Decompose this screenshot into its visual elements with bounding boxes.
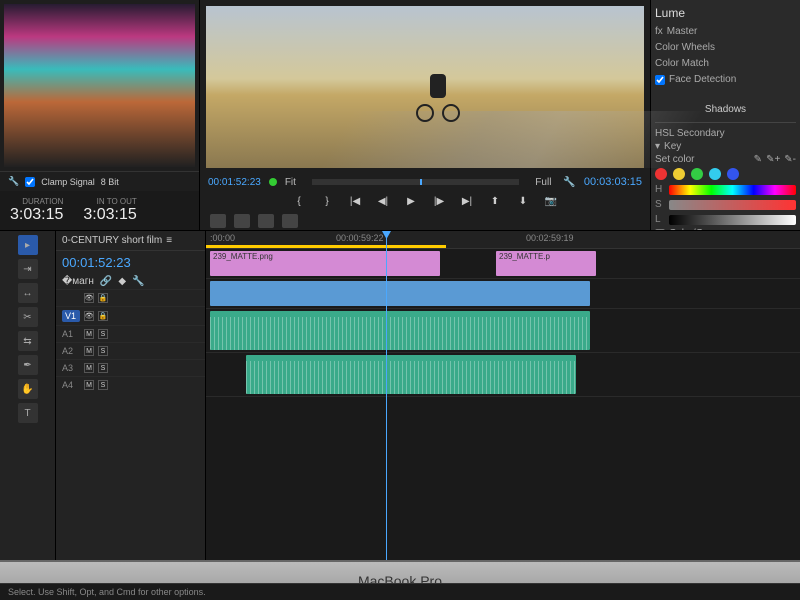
face-detection-label: Face Detection [669,74,736,85]
hint-bar: Select. Use Shift, Opt, and Cmd for othe… [0,583,800,600]
snap-icon[interactable]: �магн [62,276,94,287]
razor-tool[interactable]: ✂ [18,307,38,327]
settings-icon[interactable]: 🔧 [132,276,144,287]
playhead[interactable] [386,231,387,560]
step-forward-button[interactable]: |▶ [430,194,448,208]
duration-value: 3:03:15 [10,206,63,224]
clamp-signal-label: Clamp Signal [41,177,95,187]
export-frame-button[interactable]: 📷 [542,194,560,208]
type-tool[interactable]: T [18,403,38,423]
hsl-preset-red[interactable] [655,168,667,180]
clip-matte-2[interactable]: 239_MATTE.p [496,251,596,276]
hsl-preset-green[interactable] [691,168,703,180]
hand-tool[interactable]: ✋ [18,379,38,399]
go-to-out-button[interactable]: ▶| [458,194,476,208]
status-dot-icon [269,178,277,186]
color-match-section[interactable]: Color Match [655,57,796,70]
in-to-out-value: 3:03:15 [83,206,136,224]
scopes-panel: 🔧 Clamp Signal 8 Bit DURATION 3:03:15 IN… [0,0,200,230]
track-v1-label[interactable]: V1 [62,310,80,322]
insert-button[interactable] [210,214,226,228]
add-marker-icon[interactable]: ◆ [118,276,126,287]
overwrite-button[interactable] [234,214,250,228]
lum-label: L [655,214,665,225]
timeline-playhead-timecode[interactable]: 00:01:52:23 [56,251,205,274]
step-back-button[interactable]: ◀| [374,194,392,208]
clamp-signal-checkbox[interactable] [25,177,35,187]
track-headers: 0-CENTURY short film ≡ 00:01:52:23 �магн… [56,231,206,560]
linked-selection-icon[interactable]: 🔗 [100,276,112,287]
pen-tool[interactable]: ✒ [18,355,38,375]
track-select-tool[interactable]: ⇥ [18,259,38,279]
mute-button[interactable]: M [84,329,94,339]
hsl-preset-yellow[interactable] [673,168,685,180]
selection-tool[interactable]: ▸ [18,235,38,255]
eyedropper-remove-icon[interactable]: ✎- [784,154,796,165]
eyedropper-icon[interactable]: ✎ [754,154,762,165]
master-clip-row[interactable]: fxMaster [655,25,796,38]
hue-label: H [655,184,665,195]
color-wheels-section[interactable]: Color Wheels [655,41,796,54]
time-ruler[interactable]: :00:00 00:00:59:22 00:02:59:19 [206,231,800,249]
face-detection-checkbox[interactable] [655,75,665,85]
resolution-dropdown[interactable]: Full [535,177,555,188]
source-timecodes: DURATION 3:03:15 IN TO OUT 3:03:15 [0,191,199,230]
clip-audio-2[interactable] [246,355,576,394]
slip-tool[interactable]: ⇆ [18,331,38,351]
play-button[interactable]: ▶ [402,194,420,208]
hue-slider[interactable] [669,185,796,195]
waveform-scope [4,4,195,167]
transport-controls: { } |◀ ◀| ▶ |▶ ▶| ⬆ ⬇ 📷 [200,190,650,212]
wrench-icon[interactable]: 🔧 [563,177,575,188]
extract-button[interactable]: ⬇ [514,194,532,208]
program-duration: 00:03:03:15 [584,176,642,188]
sat-label: S [655,199,665,210]
ruler-tick: :00:00 [210,233,235,243]
timeline[interactable]: :00:00 00:00:59:22 00:02:59:19 239_MATTE… [206,231,800,560]
clip-matte-1[interactable]: 239_MATTE.png [210,251,440,276]
scrub-bar[interactable] [312,179,519,185]
sequence-name[interactable]: 0-CENTURY short film [62,235,162,246]
eyedropper-add-icon[interactable]: ✎+ [766,154,780,165]
work-area-bar[interactable] [206,245,446,248]
clip-video-1[interactable] [210,281,590,306]
ripple-edit-tool[interactable]: ↔ [18,283,38,303]
duration-label: DURATION [22,197,63,206]
saturation-slider[interactable] [669,200,796,210]
tool-palette: ▸ ⇥ ↔ ✂ ⇆ ✒ ✋ T [0,231,56,560]
go-to-in-button[interactable]: |◀ [346,194,364,208]
ruler-tick: 00:00:59:22 [336,233,384,243]
hsl-preset-blue[interactable] [727,168,739,180]
close-sequence-icon[interactable]: ≡ [166,235,172,246]
bit-depth-label: 8 Bit [101,177,119,187]
mark-in-button[interactable]: { [290,194,308,208]
lumetri-title: Lume [655,4,796,22]
zoom-fit-dropdown[interactable]: Fit [285,177,296,188]
wrench-icon[interactable]: 🔧 [8,176,19,187]
export-button[interactable] [258,214,274,228]
hsl-preset-cyan[interactable] [709,168,721,180]
clip-audio-1[interactable] [210,311,590,350]
mark-out-button[interactable]: } [318,194,336,208]
comparison-view-button[interactable] [282,214,298,228]
ruler-tick: 00:02:59:19 [526,233,574,243]
solo-button[interactable]: S [98,329,108,339]
preview-timecode[interactable]: 00:01:52:23 [208,177,261,188]
video-preview[interactable] [206,6,644,168]
in-to-out-label: IN TO OUT [97,197,137,206]
luminance-slider[interactable] [669,215,796,225]
lift-button[interactable]: ⬆ [486,194,504,208]
program-monitor: 00:01:52:23 Fit Full 🔧 00:03:03:15 { } |… [200,0,650,230]
